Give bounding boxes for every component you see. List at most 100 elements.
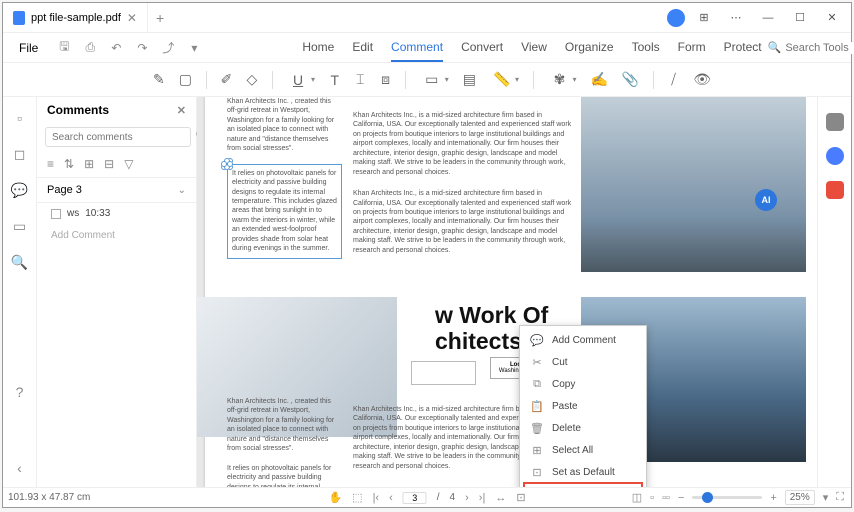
ctx-select-all[interactable]: ⊞Select All (520, 439, 646, 461)
first-page-button[interactable]: |‹ (373, 492, 380, 504)
chevron-down-icon[interactable]: ▾ (572, 75, 576, 84)
list-icon[interactable]: ≡ (47, 157, 54, 171)
tab-convert[interactable]: Convert (461, 34, 503, 62)
ctx-copy[interactable]: ⧉Copy (520, 373, 646, 395)
collapse-left-icon[interactable]: ‹ (11, 459, 29, 477)
document-viewport[interactable]: Khan Architects Inc. , created this off-… (197, 97, 817, 487)
thumbnails-icon[interactable]: ▫ (11, 109, 29, 127)
ctx-paste[interactable]: 📋Paste (520, 395, 646, 417)
add-comment-button[interactable]: Add Comment (37, 224, 196, 247)
share-icon[interactable]: ⤴ (160, 40, 176, 56)
highlight-tool[interactable]: ✎ (153, 68, 165, 92)
close-tab-icon[interactable]: ✕ (127, 11, 137, 25)
chevron-down-icon[interactable]: ▾ (311, 75, 315, 84)
textbox-tool[interactable]: ⌶ (354, 68, 365, 92)
zoom-in-button[interactable]: + (770, 492, 776, 504)
single-page-icon[interactable]: ▫ (650, 492, 654, 504)
tab-edit[interactable]: Edit (352, 34, 373, 62)
measure-tool[interactable]: 📏 (490, 68, 514, 92)
bookmarks-icon[interactable]: ◻ (11, 145, 29, 163)
tab-home[interactable]: Home (302, 34, 334, 62)
text-tool[interactable]: T (329, 68, 340, 92)
file-menu[interactable]: File (11, 41, 46, 55)
search-comments-input[interactable] (45, 127, 191, 147)
next-page-button[interactable]: › (465, 492, 469, 504)
callout-tool[interactable]: ⧈ (380, 68, 391, 92)
zoom-out-button[interactable]: − (678, 492, 684, 504)
save-icon[interactable]: 🖫 (56, 40, 72, 56)
ctx-delete[interactable]: 🗑Delete (520, 417, 646, 439)
reading-mode-icon[interactable]: ◫ (632, 491, 642, 504)
select-tool-icon[interactable]: ⬚ (352, 491, 362, 504)
tab-tools[interactable]: Tools (632, 34, 660, 62)
undo-icon[interactable]: ↶ (108, 40, 124, 56)
expand-icon[interactable]: ⊞ (84, 157, 94, 171)
show-comments-tool[interactable]: 👁 (693, 68, 711, 92)
chevron-down-icon[interactable]: ▾ (515, 75, 519, 84)
close-panel-icon[interactable]: ✕ (177, 104, 186, 117)
tab-view[interactable]: View (521, 34, 547, 62)
fullscreen-icon[interactable]: ⛶ (836, 491, 844, 504)
zoom-slider[interactable] (692, 496, 762, 499)
ctx-set-default[interactable]: ⊡Set as Default (520, 461, 646, 483)
redo-icon[interactable]: ↷ (134, 40, 150, 56)
comments-panel-icon[interactable]: 💬 (11, 181, 29, 199)
maximize-button[interactable]: ☐ (787, 8, 813, 28)
ctx-cut[interactable]: ✂Cut (520, 351, 646, 373)
textbox-content: It relies on photovoltaic panels for ele… (232, 170, 337, 253)
note-tool[interactable]: ▢ (179, 68, 192, 92)
chevron-down-icon[interactable]: ▾ (823, 491, 829, 504)
zoom-thumb[interactable] (702, 492, 713, 503)
tab-title: ppt file-sample.pdf (31, 12, 121, 24)
page-group[interactable]: Page 3 ⌄ (37, 178, 196, 203)
help-icon[interactable]: ? (11, 383, 29, 401)
close-window-button[interactable]: ✕ (819, 8, 845, 28)
pencil-tool[interactable]: ✐ (220, 68, 232, 92)
prev-page-button[interactable]: ‹ (389, 492, 393, 504)
eraser-tool[interactable]: ◇ (246, 68, 257, 92)
underline-tool[interactable]: U (286, 68, 310, 92)
tools-icon[interactable] (826, 113, 844, 131)
search-tools-input[interactable] (785, 42, 854, 54)
minimize-button[interactable]: — (755, 8, 781, 28)
comment-item[interactable]: ws 10:33 (37, 203, 196, 224)
attachment-tool[interactable]: 📎 (622, 68, 639, 92)
ctx-add-comment[interactable]: 💬Add Comment (520, 329, 646, 351)
stamp-tool[interactable]: ✾ (547, 68, 571, 92)
attachments-icon[interactable]: ▭ (11, 217, 29, 235)
tab-comment[interactable]: Comment (391, 34, 443, 62)
document-tab[interactable]: ppt file-sample.pdf ✕ (3, 3, 148, 33)
ai-assistant-button[interactable]: AI (755, 189, 777, 211)
hand-tool-icon[interactable]: ✋ (328, 491, 342, 504)
qat-dropdown-icon[interactable]: ▾ (186, 40, 202, 56)
translate-icon[interactable] (826, 181, 844, 199)
last-page-button[interactable]: ›| (479, 492, 486, 504)
filter-icon[interactable]: ▽ (124, 157, 133, 171)
chevron-down-icon[interactable]: ▾ (445, 75, 449, 84)
search-tools[interactable]: 🔍 (762, 41, 854, 54)
fit-width-icon[interactable]: ↔ (495, 492, 506, 504)
menu-icon[interactable]: ⊞ (691, 8, 717, 28)
new-tab-button[interactable]: + (148, 10, 172, 26)
print-icon[interactable]: ⎙ (82, 40, 98, 56)
more-icon[interactable]: ⋯ (723, 8, 749, 28)
zoom-value[interactable]: 25% (785, 490, 815, 505)
page-input[interactable] (403, 492, 427, 504)
sticky-note-tool[interactable]: ▤ (463, 68, 476, 92)
tab-protect[interactable]: Protect (724, 34, 762, 62)
shape-tool[interactable]: ▭ (420, 68, 444, 92)
collapse-icon[interactable]: ⊟ (104, 157, 114, 171)
search-panel-icon[interactable]: 🔍 (11, 253, 29, 271)
fit-page-icon[interactable]: ⊡ (516, 491, 525, 504)
tab-form[interactable]: Form (678, 34, 706, 62)
checkbox[interactable] (51, 209, 61, 219)
signature-tool[interactable]: ✍ (590, 68, 607, 92)
user-avatar[interactable] (667, 9, 685, 27)
sort-icon[interactable]: ⇅ (64, 157, 74, 171)
selected-textbox[interactable]: It relies on photovoltaic panels for ele… (227, 164, 342, 259)
two-page-icon[interactable]: ▫▫ (662, 492, 670, 504)
hide-comments-tool[interactable]: ⧸ (668, 68, 679, 92)
ai-icon[interactable] (826, 147, 844, 165)
tab-organize[interactable]: Organize (565, 34, 614, 62)
ctx-properties[interactable]: ⬡Properties (523, 482, 643, 487)
